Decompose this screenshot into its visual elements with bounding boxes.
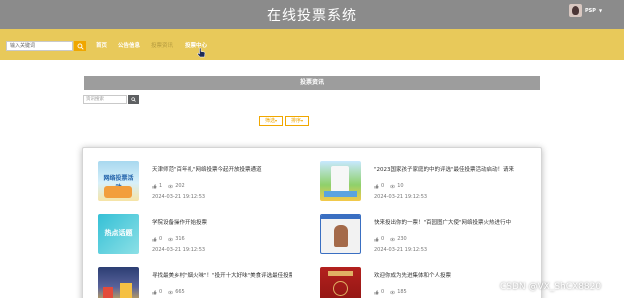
news-stats: 0 316 [152, 236, 185, 242]
thumbnail-art [324, 191, 357, 197]
nav-bar: 输入关键词 首页 公告信息 投票资讯 投票中心 [0, 29, 624, 60]
news-card[interactable]: 网络投票活动 天津师范"百年礼"网络投票今起开放投票通道 1 202 2024-… [98, 161, 288, 205]
search-icon [131, 97, 136, 102]
news-thumbnail[interactable] [320, 214, 361, 254]
news-title[interactable]: 天津师范"百年礼"网络投票今起开放投票通道 [152, 165, 292, 173]
mouse-pointer-icon [197, 47, 206, 58]
news-stats: 0 230 [374, 236, 407, 242]
view-count: 230 [390, 236, 407, 242]
thumbs-up-icon [152, 236, 157, 241]
news-thumbnail[interactable] [320, 267, 361, 298]
sort-button[interactable]: 排序▾ [285, 116, 309, 126]
thumbnail-art [328, 271, 353, 276]
news-time: 2024-03-21 19:12:53 [374, 247, 428, 253]
search-button[interactable] [74, 41, 86, 51]
section-title: 投票资讯 [84, 76, 540, 90]
thumbnail-art [321, 215, 360, 219]
nav-item-news[interactable]: 投票资讯 [151, 41, 173, 49]
news-card[interactable]: 快来投出你的一票！"百园图广大使"网络投票火热进行中 0 230 2024-03… [320, 214, 511, 258]
like-count: 0 [374, 183, 384, 189]
news-stats: 0 185 [374, 289, 407, 295]
like-count: 0 [152, 236, 162, 242]
like-count: 0 [374, 236, 384, 242]
news-title[interactable]: 学院设备操作开始投票 [152, 218, 292, 226]
news-title[interactable]: 寻找最美乡村"烟火味"！"投开十大好味"美食评选最佳投票！ [152, 271, 292, 279]
view-count: 316 [168, 236, 185, 242]
news-thumbnail[interactable] [98, 267, 139, 298]
like-count: 0 [374, 289, 384, 295]
eye-icon [390, 290, 396, 294]
caret-down-icon: ▾ [301, 118, 304, 123]
thumbnail-art [334, 225, 348, 247]
sort-label: 排序 [290, 118, 301, 124]
news-thumbnail[interactable]: 网络投票活动 [98, 161, 139, 201]
nav-item-home[interactable]: 首页 [96, 41, 107, 49]
thumbnail-art [120, 283, 132, 298]
like-count: 1 [152, 183, 162, 189]
news-thumbnail[interactable] [320, 161, 361, 201]
top-bar: 在线投票系统 PSP ▼ [0, 0, 624, 29]
thumbs-up-icon [152, 289, 157, 294]
eye-icon [168, 184, 174, 188]
watermark: CSDN @VX_ShCX8820 [500, 282, 602, 292]
news-stats: 0 665 [152, 289, 185, 295]
user-avatar[interactable] [569, 4, 582, 17]
search-icon [77, 43, 84, 50]
eye-icon [390, 184, 396, 188]
thumbnail-caption: 热点话题 [104, 229, 133, 237]
like-count: 0 [152, 289, 162, 295]
chevron-down-icon[interactable]: ▼ [599, 8, 602, 13]
user-menu[interactable]: PSP ▼ [569, 4, 602, 17]
filter-button[interactable]: 筛选▾ [259, 116, 283, 126]
caret-down-icon: ▾ [275, 118, 278, 123]
site-title: 在线投票系统 [267, 8, 357, 24]
news-title[interactable]: "2023国家孩子家庭的中的评选"最佳投票活动启动！请来投票！ [374, 165, 514, 173]
news-title[interactable]: 欢迎你成为先进集体和个人投票 [374, 271, 514, 279]
search-input[interactable]: 输入关键词 [6, 41, 73, 51]
news-card[interactable]: 欢迎你成为先进集体和个人投票 0 185 [320, 267, 510, 298]
news-stats: 1 202 [152, 183, 185, 189]
news-title[interactable]: 快来投出你的一票！"百园图广大使"网络投票火热进行中 [374, 218, 514, 226]
view-count: 665 [168, 289, 185, 295]
thumbs-up-icon [374, 236, 379, 241]
thumbs-up-icon [374, 183, 379, 188]
news-panel: 网络投票活动 天津师范"百年礼"网络投票今起开放投票通道 1 202 2024-… [82, 147, 542, 298]
thumbnail-art [103, 287, 113, 298]
view-count: 202 [168, 183, 185, 189]
view-count: 185 [390, 289, 407, 295]
news-search-input[interactable]: 资讯搜索 [83, 95, 127, 104]
news-time: 2024-03-21 19:12:53 [152, 194, 206, 200]
news-card[interactable]: "2023国家孩子家庭的中的评选"最佳投票活动启动！请来投票！ 0 10 202… [320, 161, 514, 205]
thumbs-up-icon [152, 183, 157, 188]
nav-item-announcements[interactable]: 公告信息 [118, 41, 140, 49]
thumbnail-art [331, 166, 349, 192]
eye-icon [168, 237, 174, 241]
eye-icon [168, 290, 174, 294]
thumbs-up-icon [374, 289, 379, 294]
news-time: 2024-03-21 19:12:53 [374, 194, 428, 200]
user-name[interactable]: PSP [585, 8, 596, 14]
thumbnail-art [333, 281, 348, 296]
filter-label: 筛选 [264, 118, 275, 124]
news-time: 2024-03-21 19:12:53 [152, 247, 206, 253]
view-count: 10 [390, 183, 404, 189]
news-stats: 0 10 [374, 183, 404, 189]
news-card[interactable]: 寻找最美乡村"烟火味"！"投开十大好味"美食评选最佳投票！ 0 665 [98, 267, 292, 298]
news-card[interactable]: 热点话题 学院设备操作开始投票 0 316 2024-03-21 19:12:5… [98, 214, 288, 258]
news-search-button[interactable] [128, 95, 139, 104]
thumbnail-art [104, 186, 132, 198]
eye-icon [390, 237, 396, 241]
news-thumbnail[interactable]: 热点话题 [98, 214, 139, 254]
